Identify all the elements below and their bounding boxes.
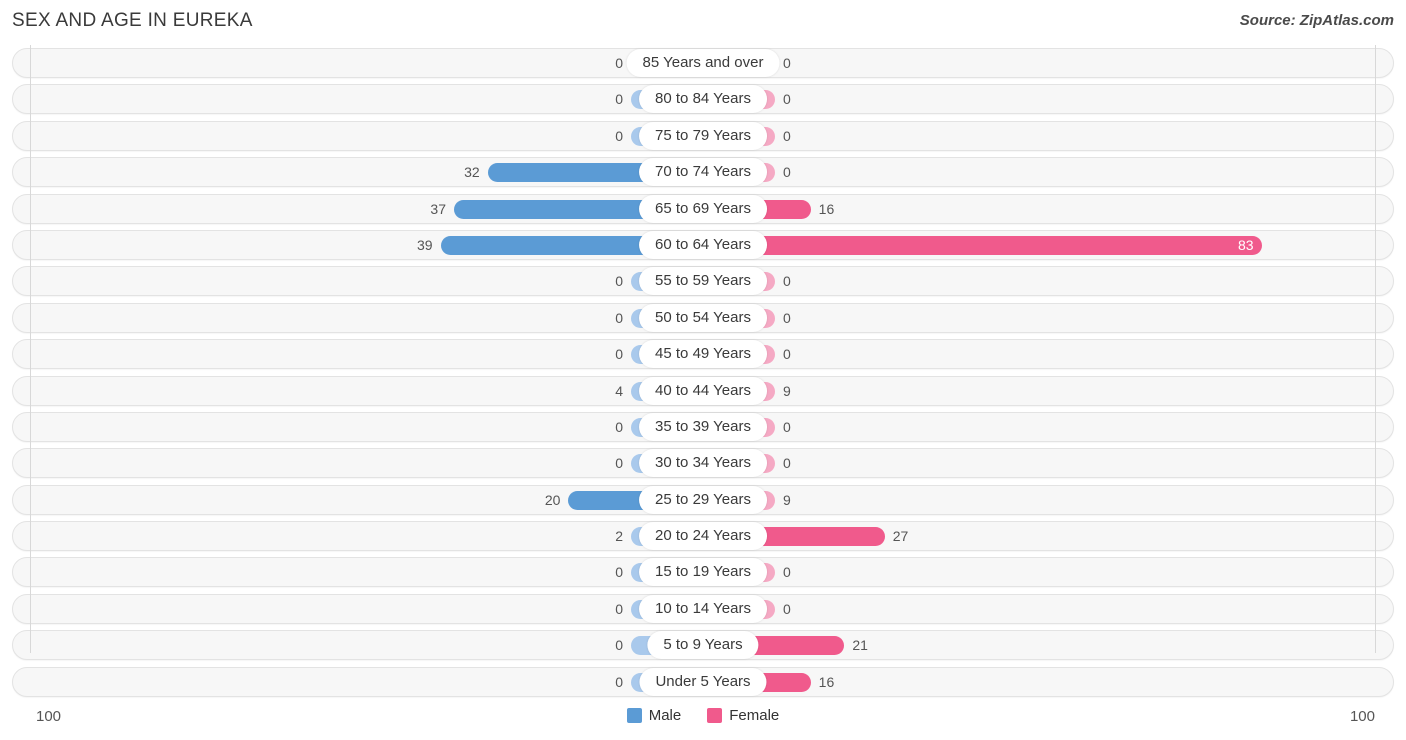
value-label-male: 0 bbox=[615, 564, 623, 581]
chart-footer: 100 100 Male Female bbox=[0, 700, 1406, 740]
value-label-male: 0 bbox=[615, 55, 623, 71]
age-group-label: 45 to 49 Years bbox=[639, 340, 767, 369]
age-group-label: 65 to 69 Years bbox=[639, 194, 767, 223]
value-label-female: 0 bbox=[783, 164, 791, 181]
value-label-female: 0 bbox=[783, 418, 791, 435]
table-row[interactable]: 37 16 65 to 69 Years bbox=[0, 191, 1406, 227]
age-group-label: 75 to 79 Years bbox=[639, 121, 767, 150]
legend-item-female[interactable]: Female bbox=[707, 707, 779, 724]
age-group-label: 10 to 14 Years bbox=[639, 594, 767, 623]
value-label-female: 0 bbox=[783, 309, 791, 326]
value-label-female: 21 bbox=[852, 637, 868, 654]
age-group-label: 70 to 74 Years bbox=[639, 158, 767, 187]
value-label-male: 0 bbox=[615, 273, 623, 290]
bar-female[interactable] bbox=[703, 235, 1262, 255]
age-group-label: 55 to 59 Years bbox=[639, 267, 767, 296]
value-label-female: 0 bbox=[783, 127, 791, 144]
table-row[interactable]: 0 16 Under 5 Years bbox=[0, 664, 1406, 700]
value-label-female: 0 bbox=[783, 564, 791, 581]
age-group-label: 85 Years and over bbox=[626, 49, 780, 77]
value-label-female: 9 bbox=[783, 382, 791, 399]
table-row[interactable]: 39 83 60 to 64 Years bbox=[0, 227, 1406, 263]
table-row[interactable]: 0 0 50 to 54 Years bbox=[0, 300, 1406, 336]
legend-item-male[interactable]: Male bbox=[626, 707, 682, 724]
age-group-label: 50 to 54 Years bbox=[639, 303, 767, 332]
age-group-label: 40 to 44 Years bbox=[639, 376, 767, 405]
chart-rows: 0 0 85 Years and over 0 0 80 to 84 Years 0 0 75 … bbox=[0, 45, 1406, 700]
age-group-label: 30 to 34 Years bbox=[639, 449, 767, 478]
value-label-female: 0 bbox=[783, 346, 791, 363]
age-group-label: 20 to 24 Years bbox=[639, 522, 767, 551]
legend-label-male: Male bbox=[648, 707, 682, 724]
value-label-male: 0 bbox=[615, 127, 623, 144]
age-group-label: 5 to 9 Years bbox=[647, 631, 759, 660]
table-row[interactable]: 0 0 85 Years and over bbox=[0, 45, 1406, 81]
table-row[interactable]: 20 9 25 to 29 Years bbox=[0, 482, 1406, 518]
value-label-female: 83 bbox=[1238, 236, 1254, 253]
value-label-female: 27 bbox=[892, 528, 909, 545]
table-row[interactable]: 2 27 20 to 24 Years bbox=[0, 518, 1406, 554]
age-group-label: 15 to 19 Years bbox=[639, 558, 767, 587]
value-label-male: 0 bbox=[615, 346, 623, 363]
value-label-male: 20 bbox=[544, 491, 561, 508]
table-row[interactable]: 0 0 45 to 49 Years bbox=[0, 336, 1406, 372]
value-label-male: 0 bbox=[615, 91, 623, 108]
table-row[interactable]: 0 0 80 to 84 Years bbox=[0, 81, 1406, 117]
value-label-male: 37 bbox=[430, 200, 446, 217]
page-title: SEX AND AGE IN EUREKA bbox=[12, 10, 253, 31]
table-row[interactable]: 0 0 10 to 14 Years bbox=[0, 591, 1406, 627]
value-label-male: 2 bbox=[615, 528, 623, 545]
value-label-female: 0 bbox=[783, 600, 791, 617]
value-label-male: 39 bbox=[416, 236, 433, 253]
value-label-female: 0 bbox=[783, 55, 791, 71]
table-row[interactable]: 32 0 70 to 74 Years bbox=[0, 154, 1406, 190]
table-row[interactable]: 0 0 30 to 34 Years bbox=[0, 445, 1406, 481]
value-label-female: 16 bbox=[818, 673, 835, 690]
legend-label-female: Female bbox=[729, 707, 780, 724]
value-label-male: 0 bbox=[615, 418, 623, 435]
table-row[interactable]: 0 0 15 to 19 Years bbox=[0, 554, 1406, 590]
age-group-label: 25 to 29 Years bbox=[639, 485, 767, 514]
value-label-female: 9 bbox=[783, 491, 791, 508]
age-group-label: 80 to 84 Years bbox=[639, 85, 767, 114]
value-label-female: 16 bbox=[818, 200, 835, 217]
chart-header: SEX AND AGE IN EUREKA Source: ZipAtlas.c… bbox=[0, 0, 1406, 45]
table-row[interactable]: 0 0 35 to 39 Years bbox=[0, 409, 1406, 445]
age-group-label: 60 to 64 Years bbox=[639, 230, 767, 259]
chart-plot-area: 0 0 85 Years and over 0 0 80 to 84 Years 0 0 75 … bbox=[0, 45, 1406, 700]
legend-swatch-male-icon bbox=[626, 708, 642, 723]
table-row[interactable]: 4 9 40 to 44 Years bbox=[0, 373, 1406, 409]
value-label-female: 0 bbox=[783, 91, 791, 108]
value-label-female: 0 bbox=[783, 273, 791, 290]
value-label-male: 4 bbox=[615, 382, 623, 399]
value-label-male: 0 bbox=[615, 673, 623, 690]
chart-legend: Male Female bbox=[0, 707, 1406, 724]
value-label-male: 0 bbox=[615, 637, 623, 654]
value-label-male: 0 bbox=[615, 600, 623, 617]
value-label-male: 32 bbox=[464, 164, 480, 181]
table-row[interactable]: 0 0 55 to 59 Years bbox=[0, 263, 1406, 299]
table-row[interactable]: 0 21 5 to 9 Years bbox=[0, 627, 1406, 663]
value-label-male: 0 bbox=[615, 309, 623, 326]
age-group-label: 35 to 39 Years bbox=[639, 412, 767, 441]
source-attribution: Source: ZipAtlas.com bbox=[1239, 12, 1394, 29]
age-group-label: Under 5 Years bbox=[639, 667, 767, 696]
value-label-male: 0 bbox=[615, 455, 623, 472]
value-label-female: 0 bbox=[783, 455, 791, 472]
legend-swatch-female-icon bbox=[707, 708, 723, 723]
table-row[interactable]: 0 0 75 to 79 Years bbox=[0, 118, 1406, 154]
